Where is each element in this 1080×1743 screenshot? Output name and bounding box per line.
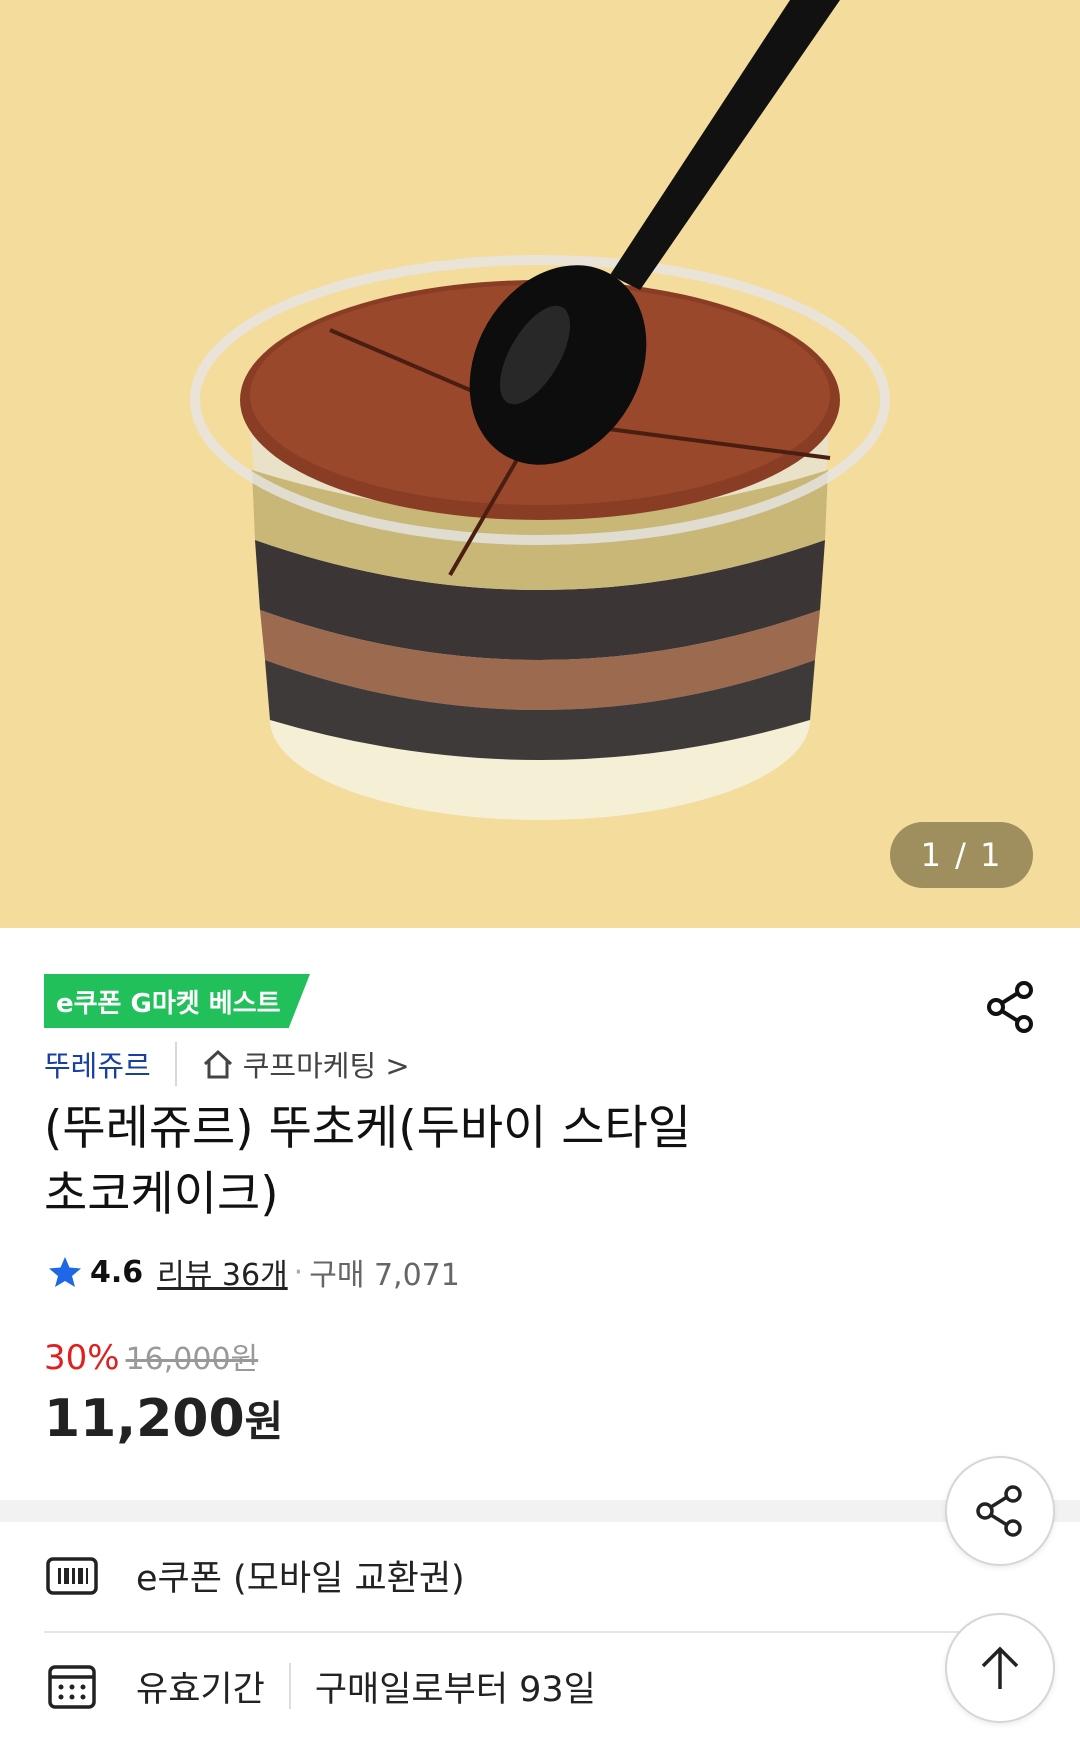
rating-row: 4.6 리뷰 36개 · 구매 7,071 (48, 1250, 460, 1294)
brand-link[interactable]: 뚜레쥬르 (44, 1043, 151, 1085)
floating-share-button[interactable] (945, 1456, 1055, 1566)
section-separator (0, 1500, 1080, 1522)
share-icon[interactable] (984, 980, 1038, 1034)
arrow-up-icon (981, 1646, 1019, 1689)
review-link[interactable]: 리뷰 36개 (157, 1250, 288, 1294)
coupon-type: e쿠폰 (모바일 교환권) (136, 1558, 465, 1599)
validity-row: 유효기간 구매일로부터 93일 (44, 1656, 964, 1716)
final-price: 11,200원 (44, 1388, 283, 1449)
title-line-2: 초코케이크) (44, 1167, 279, 1222)
separator-dot: · (293, 1254, 304, 1290)
original-price: 16,000원 (125, 1342, 259, 1377)
product-image[interactable]: 1 / 1 (0, 0, 1080, 928)
calendar-icon (48, 1665, 96, 1709)
store-name: 쿠프마케팅 > (242, 1049, 410, 1083)
final-price-value: 11,200 (44, 1389, 245, 1449)
image-counter: 1 / 1 (890, 822, 1033, 888)
star-icon (49, 1257, 81, 1287)
purchase-count: 구매 7,071 (309, 1258, 460, 1293)
barcode-icon (46, 1557, 98, 1595)
title-line-1: (뚜레쥬르) 뚜초케(두바이 스타일 (44, 1101, 692, 1156)
best-badge: e쿠폰 G마켓 베스트 (44, 974, 310, 1028)
shop-line: 뚜레쥬르 쿠프마케팅 > (44, 1042, 410, 1086)
divider (174, 1042, 177, 1086)
discount-rate: 30% (44, 1338, 120, 1378)
divider (288, 1663, 291, 1709)
validity-label: 유효기간 (136, 1669, 265, 1710)
rating-score: 4.6 (90, 1254, 144, 1290)
home-icon (203, 1049, 232, 1079)
share-icon (976, 1485, 1022, 1537)
row-divider (44, 1631, 964, 1633)
cake-illustration (190, 0, 890, 820)
price-unit: 원 (244, 1397, 284, 1446)
price-discount-line: 30% 16,000원 (44, 1334, 258, 1378)
scroll-top-button[interactable] (945, 1613, 1055, 1723)
store-link[interactable]: 쿠프마케팅 > (201, 1043, 410, 1085)
product-title: (뚜레쥬르) 뚜초케(두바이 스타일 초코케이크) (44, 1096, 804, 1228)
validity-value: 구매일로부터 93일 (314, 1669, 596, 1710)
coupon-type-row: e쿠폰 (모바일 교환권) (44, 1545, 964, 1605)
